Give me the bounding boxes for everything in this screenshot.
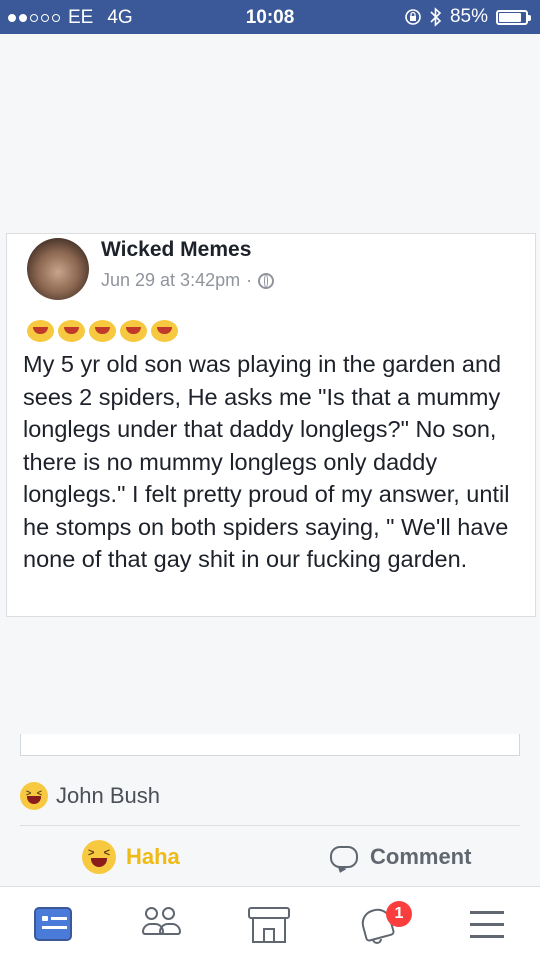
nav-marketplace[interactable] (246, 901, 294, 949)
status-bar: EE 4G 10:08 85% (0, 0, 540, 34)
nav-notifications[interactable]: 1 (358, 901, 412, 949)
smiling-emoji-icon (58, 320, 85, 342)
comment-bubble-icon (330, 846, 358, 868)
bottom-nav: 1 (0, 886, 540, 961)
post-text: My 5 yr old son was playing in the garde… (23, 351, 510, 572)
post-author: Wicked Memes (101, 238, 252, 261)
smiling-emoji-icon (120, 320, 147, 342)
action-row: > < Haha Comment (0, 830, 540, 886)
smiling-emoji-icon (27, 320, 54, 342)
battery-icon (496, 9, 531, 25)
comment-button[interactable]: Comment (330, 844, 471, 870)
comment-box-frame (20, 734, 520, 756)
meta-separator: · (246, 270, 253, 290)
haha-emoji-icon: > < (20, 782, 48, 810)
post-meta: Jun 29 at 3:42pm · (101, 270, 275, 291)
nav-news-feed[interactable] (32, 901, 80, 949)
comment-label: Comment (370, 844, 472, 869)
news-feed-icon (34, 907, 72, 941)
avatar (27, 238, 89, 300)
status-right: 85% (404, 6, 531, 28)
notification-badge: 1 (386, 901, 412, 927)
haha-label: Haha (126, 844, 180, 869)
nav-friends[interactable] (140, 901, 188, 949)
smiling-emoji-icon (151, 320, 178, 342)
reactions-summary[interactable]: > < John Bush (0, 766, 540, 826)
haha-emoji-icon: > < (82, 840, 116, 874)
post-timestamp: Jun 29 at 3:42pm (101, 270, 241, 290)
reactor-name: John Bush (56, 783, 160, 808)
rotation-lock-icon (405, 9, 421, 25)
haha-button[interactable]: > < Haha (82, 840, 180, 874)
nav-menu[interactable] (466, 901, 514, 949)
laughing-emoji-row (27, 320, 178, 342)
shared-post-image[interactable]: Wicked Memes Jun 29 at 3:42pm · My 5 yr … (6, 233, 536, 617)
smiling-emoji-icon (89, 320, 116, 342)
battery-percent: 85% (449, 6, 488, 27)
divider (20, 825, 520, 826)
bluetooth-icon (430, 7, 442, 27)
globe-icon (258, 272, 275, 289)
